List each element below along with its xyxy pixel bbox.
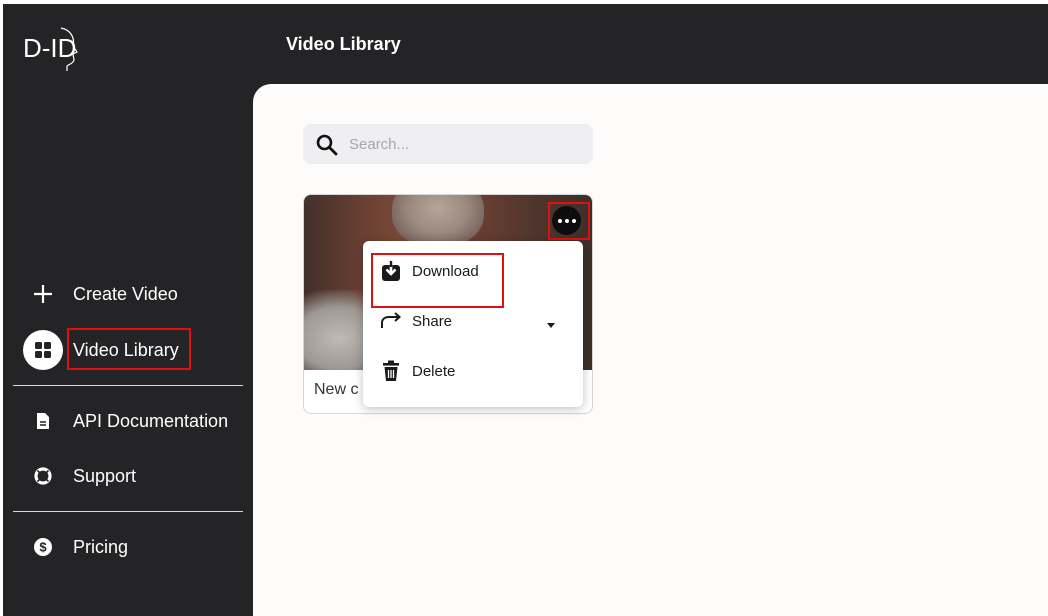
app-window: D-ID Video Library Create Video Video Li… xyxy=(3,4,1048,616)
sidebar-item-label: Create Video xyxy=(73,283,178,304)
sidebar-item-label: Video Library xyxy=(73,339,179,360)
main-content: New c Download xyxy=(253,84,1048,616)
share-icon xyxy=(379,309,403,333)
caret-down-icon[interactable] xyxy=(546,317,556,328)
sidebar-item-create-video[interactable]: Create Video xyxy=(3,272,253,316)
plus-icon xyxy=(23,274,63,314)
sidebar-item-label: API Documentation xyxy=(73,410,229,431)
dot xyxy=(564,218,569,223)
menu-item-label: Delete xyxy=(412,363,456,380)
download-icon xyxy=(379,259,403,283)
dot xyxy=(557,218,562,223)
menu-item-delete[interactable]: Delete xyxy=(363,351,583,391)
sidebar-divider xyxy=(13,511,243,512)
sidebar-item-api-documentation[interactable]: API Documentation xyxy=(3,399,253,443)
svg-text:$: $ xyxy=(39,540,47,555)
sidebar-item-pricing[interactable]: $ Pricing xyxy=(3,525,253,569)
sidebar-divider xyxy=(13,385,243,386)
lifebuoy-icon xyxy=(23,456,63,496)
dot xyxy=(571,218,576,223)
sidebar-item-label: Support xyxy=(73,465,137,486)
grid-icon xyxy=(23,330,63,370)
video-title: New c xyxy=(314,381,359,398)
sidebar-item-support[interactable]: Support xyxy=(3,454,253,498)
more-options-button[interactable] xyxy=(552,206,581,235)
menu-item-label: Download xyxy=(412,263,479,280)
search-icon xyxy=(315,133,339,157)
d-id-logo[interactable]: D-ID xyxy=(23,26,83,72)
sidebar-item-label: Pricing xyxy=(73,536,129,557)
context-menu: Download Share Delete xyxy=(363,241,583,407)
logo-text: D-ID xyxy=(23,33,76,63)
menu-item-share[interactable]: Share xyxy=(363,301,583,341)
search-bar[interactable] xyxy=(303,124,593,164)
trash-icon xyxy=(379,359,403,383)
search-input[interactable] xyxy=(349,124,579,164)
dollar-icon: $ xyxy=(23,527,63,567)
menu-item-label: Share xyxy=(412,313,453,330)
menu-item-download[interactable]: Download xyxy=(363,251,583,291)
sidebar-item-video-library[interactable]: Video Library xyxy=(3,328,253,372)
page-title: Video Library xyxy=(286,34,401,54)
document-icon xyxy=(23,401,63,441)
